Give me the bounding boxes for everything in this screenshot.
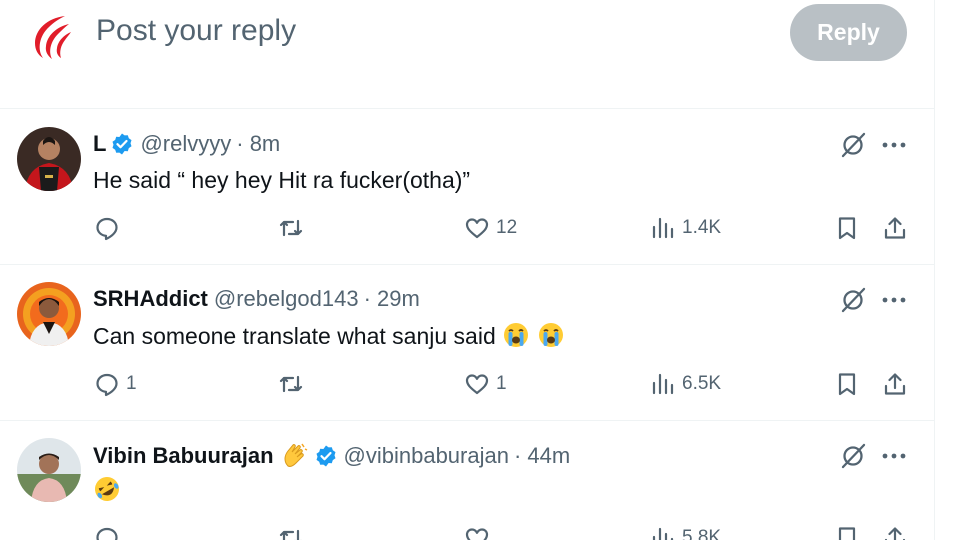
avatar[interactable] (17, 282, 81, 346)
tweet[interactable]: Vibin Babuurajan @vibinbaburajan · 44m 5… (0, 421, 934, 540)
loudly-crying-face-icon (538, 323, 563, 347)
share-icon[interactable] (882, 371, 908, 397)
view-count: 5.8K (682, 527, 722, 540)
share-icon[interactable] (882, 215, 908, 241)
repost-icon (279, 375, 303, 393)
column-divider (934, 0, 935, 540)
reply-action[interactable] (94, 525, 120, 540)
tweet[interactable]: SRHAddict @rebelgod143 · 29m Can someone… (0, 265, 934, 421)
analytics-icon (652, 217, 674, 239)
more-options-icon[interactable] (880, 135, 908, 155)
reply-thread: Post your reply Reply L @relvyyy · 8m He… (0, 0, 934, 540)
repost-action[interactable] (278, 371, 310, 397)
handle[interactable]: @vibinbaburajan (344, 443, 509, 469)
share-icon[interactable] (882, 525, 908, 540)
repost-icon (279, 529, 302, 540)
like-action[interactable]: 12 (464, 215, 517, 241)
like-action[interactable]: 1 (464, 371, 507, 397)
timestamp[interactable]: · 29m (364, 286, 420, 312)
like-count: 12 (496, 217, 518, 238)
verified-badge-icon (316, 445, 336, 467)
tweet[interactable]: L @relvyyy · 8m He said “ hey hey Hit ra… (0, 109, 934, 265)
tweet-text-row (93, 475, 121, 504)
rolling-on-floor-laughing-icon (95, 477, 119, 501)
analytics-icon (652, 373, 674, 395)
bookmark-icon[interactable] (834, 525, 860, 540)
reply-input[interactable]: Post your reply (96, 14, 296, 48)
bookmark-icon[interactable] (834, 215, 860, 241)
reply-composer: Post your reply Reply (0, 0, 934, 109)
views-action[interactable]: 6.5K (650, 371, 721, 397)
loudly-crying-face-icon (504, 323, 529, 347)
view-count: 1.4K (682, 217, 722, 238)
heart-icon (465, 374, 489, 395)
views-action[interactable]: 5.8K (650, 525, 721, 540)
grok-icon[interactable] (840, 287, 866, 313)
avatar[interactable] (17, 127, 81, 191)
grok-icon[interactable] (840, 443, 866, 469)
like-action[interactable] (464, 525, 490, 540)
clapping-hands-icon (284, 443, 307, 467)
reply-count: 1 (126, 373, 137, 394)
reply-action[interactable]: 1 (94, 371, 137, 397)
handle[interactable]: @rebelgod143 (214, 286, 359, 312)
timestamp[interactable]: · 8m (236, 131, 280, 157)
display-name[interactable]: Vibin Babuurajan (93, 443, 274, 469)
display-name[interactable]: L (93, 131, 106, 157)
display-name[interactable]: SRHAddict (93, 286, 208, 312)
repost-action[interactable] (278, 525, 304, 540)
bookmark-icon[interactable] (834, 371, 860, 397)
avatar[interactable] (17, 438, 81, 502)
reply-button[interactable]: Reply (790, 4, 907, 61)
reply-icon (96, 527, 118, 540)
more-options-icon[interactable] (880, 446, 908, 466)
reply-action[interactable] (94, 215, 126, 241)
repost-icon (279, 219, 303, 237)
reply-icon (96, 373, 118, 397)
analytics-icon (652, 527, 674, 540)
app-logo-icon (35, 16, 71, 59)
heart-icon (465, 528, 489, 540)
tweet-text: He said “ hey hey Hit ra fucker(otha)” (93, 167, 471, 193)
reply-icon (96, 217, 118, 241)
like-count: 1 (496, 373, 507, 394)
view-count: 6.5K (682, 373, 722, 394)
tweet-text: Can someone translate what sanju said (93, 323, 496, 349)
verified-badge-icon (112, 133, 132, 155)
timestamp[interactable]: · 44m (514, 443, 570, 469)
more-options-icon[interactable] (880, 290, 908, 310)
tweet-header: L @relvyyy · 8m (93, 131, 280, 157)
tweet-header: SRHAddict @rebelgod143 · 29m (93, 286, 420, 312)
repost-action[interactable] (278, 215, 310, 241)
tweet-text-row: Can someone translate what sanju said (93, 321, 565, 350)
views-action[interactable]: 1.4K (650, 215, 721, 241)
tweet-header: Vibin Babuurajan @vibinbaburajan · 44m (93, 442, 570, 470)
heart-icon (465, 218, 489, 239)
handle[interactable]: @relvyyy (140, 131, 231, 157)
grok-icon[interactable] (840, 132, 866, 158)
